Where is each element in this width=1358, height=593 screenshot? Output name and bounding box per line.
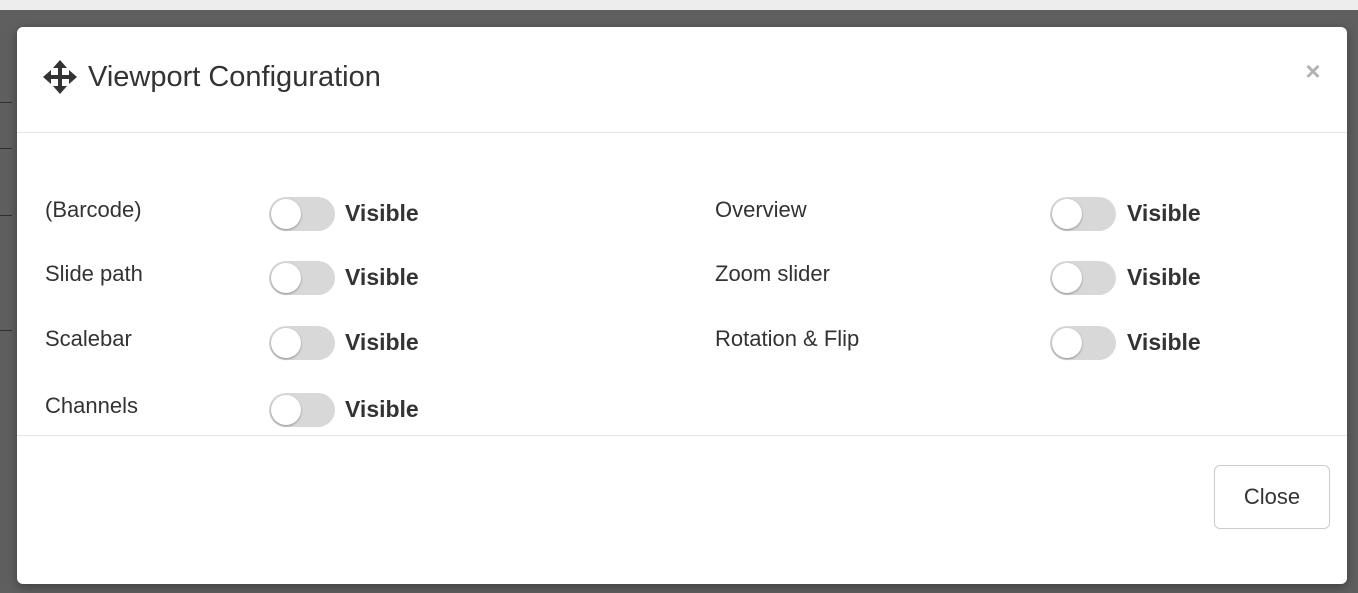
toggle-state-label: Visible bbox=[345, 329, 419, 355]
scalebar-visibility-toggle[interactable] bbox=[269, 326, 335, 360]
zoom-slider-visibility-toggle[interactable] bbox=[1050, 261, 1116, 295]
modal-body: (Barcode) Visible Slide path Visible Sca… bbox=[17, 134, 1347, 436]
option-label: Zoom slider bbox=[715, 261, 830, 286]
rotation-flip-visibility-toggle[interactable] bbox=[1050, 326, 1116, 360]
toggle-state-label: Visible bbox=[1127, 200, 1201, 226]
option-label: Overview bbox=[715, 197, 807, 222]
toggle-knob bbox=[271, 328, 301, 358]
option-label: Scalebar bbox=[45, 326, 132, 351]
toggle-knob bbox=[1052, 328, 1082, 358]
option-row-scalebar: Scalebar Visible bbox=[17, 319, 677, 360]
toggle-state-label: Visible bbox=[1127, 329, 1201, 355]
option-row-barcode: (Barcode) Visible bbox=[17, 190, 677, 231]
toggle-knob bbox=[271, 199, 301, 229]
toggle-state-label: Visible bbox=[345, 264, 419, 290]
slide-path-visibility-toggle[interactable] bbox=[269, 261, 335, 295]
toggle-state-label: Visible bbox=[1127, 264, 1201, 290]
modal-footer: Close bbox=[17, 435, 1347, 584]
option-row-rotation-flip: Rotation & Flip Visible bbox=[677, 319, 1277, 360]
option-row-overview: Overview Visible bbox=[677, 190, 1277, 231]
overview-visibility-toggle[interactable] bbox=[1050, 197, 1116, 231]
option-row-zoom-slider: Zoom slider Visible bbox=[677, 254, 1277, 295]
viewport-configuration-dialog: Viewport Configuration × (Barcode) Visib… bbox=[17, 27, 1347, 584]
modal-header: Viewport Configuration × bbox=[17, 27, 1347, 133]
background-line bbox=[0, 102, 12, 103]
option-label: Channels bbox=[45, 393, 138, 418]
barcode-visibility-toggle[interactable] bbox=[269, 197, 335, 231]
option-row-channels: Channels Visible bbox=[17, 386, 677, 427]
option-label: Rotation & Flip bbox=[715, 326, 860, 351]
toggle-knob bbox=[271, 263, 301, 293]
background-line bbox=[0, 330, 12, 331]
background-line bbox=[0, 215, 12, 216]
close-icon[interactable]: × bbox=[1301, 57, 1325, 85]
background-line bbox=[0, 148, 12, 149]
toggle-knob bbox=[1052, 263, 1082, 293]
toggle-state-label: Visible bbox=[345, 396, 419, 422]
option-label: (Barcode) bbox=[45, 197, 142, 222]
toggle-knob bbox=[271, 395, 301, 425]
option-label: Slide path bbox=[45, 261, 143, 286]
option-row-slide-path: Slide path Visible bbox=[17, 254, 677, 295]
toggle-state-label: Visible bbox=[345, 200, 419, 226]
toggle-knob bbox=[1052, 199, 1082, 229]
modal-title: Viewport Configuration bbox=[88, 61, 381, 93]
close-button[interactable]: Close bbox=[1214, 465, 1330, 529]
move-icon bbox=[43, 60, 77, 94]
channels-visibility-toggle[interactable] bbox=[269, 393, 335, 427]
